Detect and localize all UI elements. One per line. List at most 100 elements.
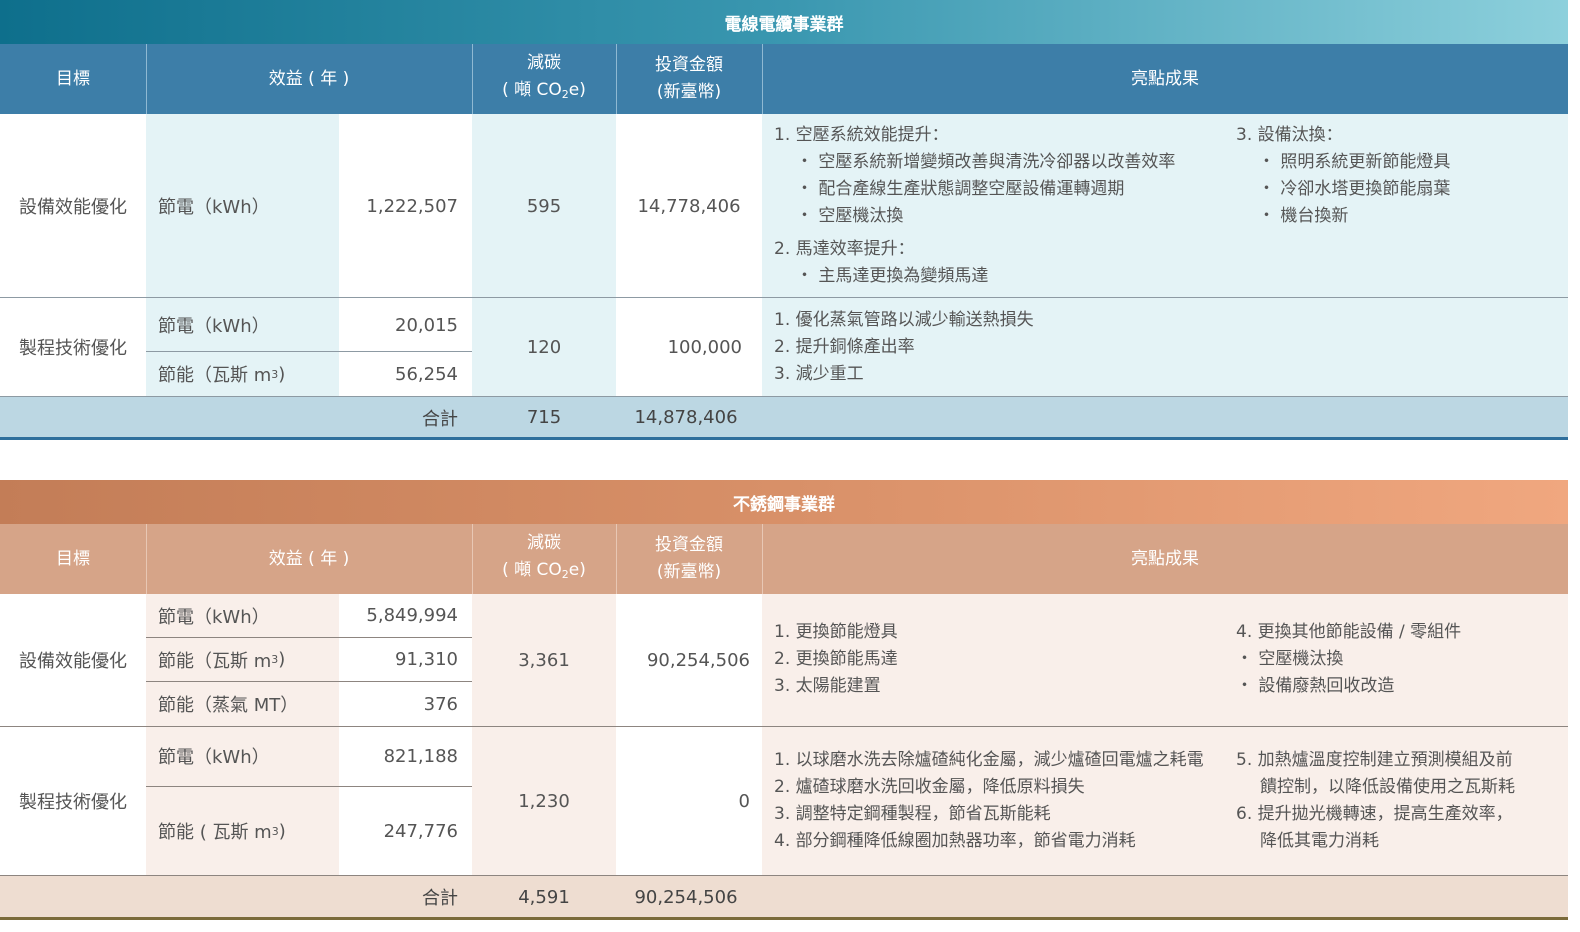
wire-th-invest-l2: (新臺幣) — [656, 82, 722, 102]
steel-total-invest: 90,254,506 — [634, 886, 738, 908]
steel-r2-highlights-col2: 5. 加熱爐溫度控制建立預測模組及前 饋控制，以降低設備使用之瓦斯耗 6. 提升… — [1236, 747, 1515, 855]
wire-r1-h1-2: ・ 配合產線生產狀態調整空壓設備運轉週期 — [796, 179, 1125, 199]
wire-r2-highlights: 1. 優化蒸氣管路以減少輸送熱損失 2. 提升銅條產出率 3. 減少重工 — [774, 307, 1034, 388]
wire-r2-label2-sup: 3 — [271, 367, 279, 381]
wire-r1-h1-4: 2. 馬達效率提升： — [774, 239, 915, 259]
steel-th-invest: 投資金額 (新臺幣) — [616, 524, 762, 594]
steel-th-invest-l1: 投資金額 — [655, 535, 723, 555]
wire-r2-h-0: 1. 優化蒸氣管路以減少輸送熱損失 — [774, 310, 1034, 330]
wire-r1-invest: 14,778,406 — [637, 195, 741, 217]
wire-th-carbon-l2b: e) — [568, 80, 586, 100]
steel-total-row — [0, 875, 1568, 918]
wire-th-carbon-sub: 2 — [561, 88, 569, 101]
wire-r1-label: 節電（kWh） — [158, 197, 270, 218]
wire-r2-value1: 20,015 — [395, 314, 458, 336]
wire-r1-h1-3: ・ 空壓機汰換 — [796, 206, 904, 226]
wire-r1-h2-0: 3. 設備汰換： — [1236, 125, 1343, 145]
steel-r1-target: 設備效能優化 — [19, 651, 127, 672]
steel-th-carbon-l2a: ( 噸 CO — [502, 560, 562, 580]
steel-total-carbon: 4,591 — [518, 886, 570, 908]
steel-r1-label3: 節能（蒸氣 MT） — [158, 695, 299, 716]
steel-r1-value1: 5,849,994 — [366, 605, 458, 626]
wire-r2-carbon: 120 — [526, 336, 562, 358]
steel-th-div3 — [616, 524, 617, 594]
steel-r1-label2: 節能（瓦斯 m 3) — [146, 638, 339, 681]
wire-bottom-rule — [0, 437, 1568, 440]
steel-r1-h1-0: 1. 更換節能燈具 — [774, 622, 898, 642]
wire-title: 電線電纜事業群 — [724, 14, 844, 35]
wire-th-div1 — [146, 44, 147, 114]
wire-r2-invest: 100,000 — [667, 336, 742, 358]
steel-r1-h2-2: ・ 設備廢熱回收改造 — [1236, 676, 1395, 696]
steel-bottom-rule — [0, 917, 1568, 920]
steel-th-carbon: 減碳 ( 噸 CO2e) — [472, 524, 616, 594]
wire-th-highlight: 亮點成果 — [1131, 68, 1199, 89]
wire-th-invest-l1: 投資金額 — [655, 55, 723, 75]
steel-th-div2 — [472, 524, 473, 594]
wire-r1-h2-2: ・ 冷卻水塔更換節能扇葉 — [1258, 179, 1451, 199]
steel-r2-label2-sup: 3 — [271, 824, 279, 838]
wire-r1-h2-1: ・ 照明系統更新節能燈具 — [1258, 152, 1451, 172]
steel-r1-carbon: 3,361 — [518, 649, 570, 671]
wire-r1-h1-5: ・ 主馬達更換為變頻馬達 — [796, 266, 989, 286]
steel-r2-label2a: 節能 ( 瓦斯 m — [158, 822, 272, 843]
steel-r2-carbon: 1,230 — [518, 790, 570, 812]
wire-total-carbon: 715 — [526, 407, 562, 428]
steel-r2-target: 製程技術優化 — [19, 792, 127, 813]
steel-r1-label2-sup: 3 — [271, 653, 279, 666]
steel-r1-label2a: 節能（瓦斯 m — [158, 650, 272, 672]
wire-th-carbon: 減碳 ( 噸 CO2e) — [472, 44, 616, 114]
wire-th-carbon-l2: ( 噸 CO2e) — [502, 77, 586, 108]
wire-r1-h1-1: ・ 空壓系統新增變頻改善與清洗冷卻器以改善效率 — [796, 152, 1176, 172]
steel-th-carbon-l2: ( 噸 CO2e) — [502, 557, 586, 588]
wire-r2-value2: 56,254 — [395, 363, 458, 385]
steel-th-benefit: 效益 ( 年 ) — [268, 548, 350, 569]
wire-r1-target: 設備效能優化 — [19, 197, 127, 218]
steel-th-target: 目標 — [56, 548, 90, 569]
wire-th-div2 — [472, 44, 473, 114]
steel-r1-label1: 節電（kWh） — [158, 606, 270, 628]
wire-th-div3 — [616, 44, 617, 114]
steel-r2-h1-1: 2. 爐碴球磨水洗回收金屬，降低原料損失 — [774, 777, 1085, 797]
steel-r2-h1-2: 3. 調整特定鋼種製程，節省瓦斯能耗 — [774, 804, 1051, 824]
steel-th-div4 — [762, 524, 763, 594]
steel-r2-label2b: ) — [278, 820, 286, 842]
steel-r2-h2-0: 5. 加熱爐溫度控制建立預測模組及前 — [1236, 750, 1513, 770]
wire-th-invest: 投資金額 (新臺幣) — [616, 44, 762, 114]
steel-r1-h2-1: ・ 空壓機汰換 — [1236, 649, 1344, 669]
steel-r1-h2-0: 4. 更換其他節能設備 / 零組件 — [1236, 622, 1462, 642]
steel-title-bar: 不銹鋼事業群 — [0, 480, 1568, 524]
steel-r1-highlights-col1: 1. 更換節能燈具 2. 更換節能馬達 3. 太陽能建置 — [774, 619, 898, 700]
wire-th-div4 — [762, 44, 763, 114]
steel-r2-value2: 247,776 — [383, 820, 458, 842]
wire-r2-label2b: ) — [278, 363, 286, 385]
steel-r2-h1-0: 1. 以球磨水洗去除爐碴純化金屬，減少爐碴回電爐之耗電 — [774, 750, 1204, 770]
wire-title-bar: 電線電纜事業群 — [0, 0, 1568, 44]
steel-r2-invest: 0 — [738, 790, 750, 812]
steel-th-invest-l2: (新臺幣) — [656, 562, 722, 582]
wire-r1-highlights-col1: 1. 空壓系統效能提升： ・ 空壓系統新增變頻改善與清洗冷卻器以改善效率 ・ 配… — [774, 122, 1175, 290]
wire-r1-value: 1,222,507 — [366, 195, 458, 217]
steel-th-carbon-sub: 2 — [561, 568, 569, 581]
steel-r2-label2: 節能 ( 瓦斯 m 3) — [146, 787, 339, 875]
steel-r2-h2-1: 饋控制，以降低設備使用之瓦斯耗 — [1260, 777, 1515, 797]
steel-r1-invest: 90,254,506 — [646, 649, 750, 671]
steel-th-carbon-l2b: e) — [568, 560, 586, 580]
steel-r2-highlights-col1: 1. 以球磨水洗去除爐碴純化金屬，減少爐碴回電爐之耗電 2. 爐碴球磨水洗回收金… — [774, 747, 1204, 855]
wire-r1-highlights-col2: 3. 設備汰換： ・ 照明系統更新節能燈具 ・ 冷卻水塔更換節能扇葉 ・ 機台換… — [1236, 122, 1450, 230]
steel-total-label: 合計 — [422, 888, 458, 909]
wire-r2-h-1: 2. 提升銅條產出率 — [774, 337, 915, 357]
wire-th-benefit: 效益 ( 年 ) — [268, 68, 350, 89]
steel-r1-h1-2: 3. 太陽能建置 — [774, 676, 881, 696]
wire-th-target: 目標 — [56, 68, 90, 89]
wire-r2-label2a: 節能（瓦斯 m — [158, 365, 272, 386]
wire-total-row — [0, 396, 1568, 438]
steel-r1-highlights-col2: 4. 更換其他節能設備 / 零組件 ・ 空壓機汰換 ・ 設備廢熱回收改造 — [1236, 619, 1461, 700]
steel-r2-h2-2: 6. 提升拋光機轉速，提高生產效率， — [1236, 804, 1513, 824]
steel-r2-h1-3: 4. 部分鋼種降低線圈加熱器功率，節省電力消耗 — [774, 831, 1136, 851]
steel-th-div1 — [146, 524, 147, 594]
wire-r2-label2: 節能（瓦斯 m 3) — [146, 352, 339, 396]
wire-r2-label1: 節電（kWh） — [158, 316, 270, 337]
steel-r1-value3: 376 — [423, 693, 458, 715]
steel-title: 不銹鋼事業群 — [733, 494, 835, 515]
